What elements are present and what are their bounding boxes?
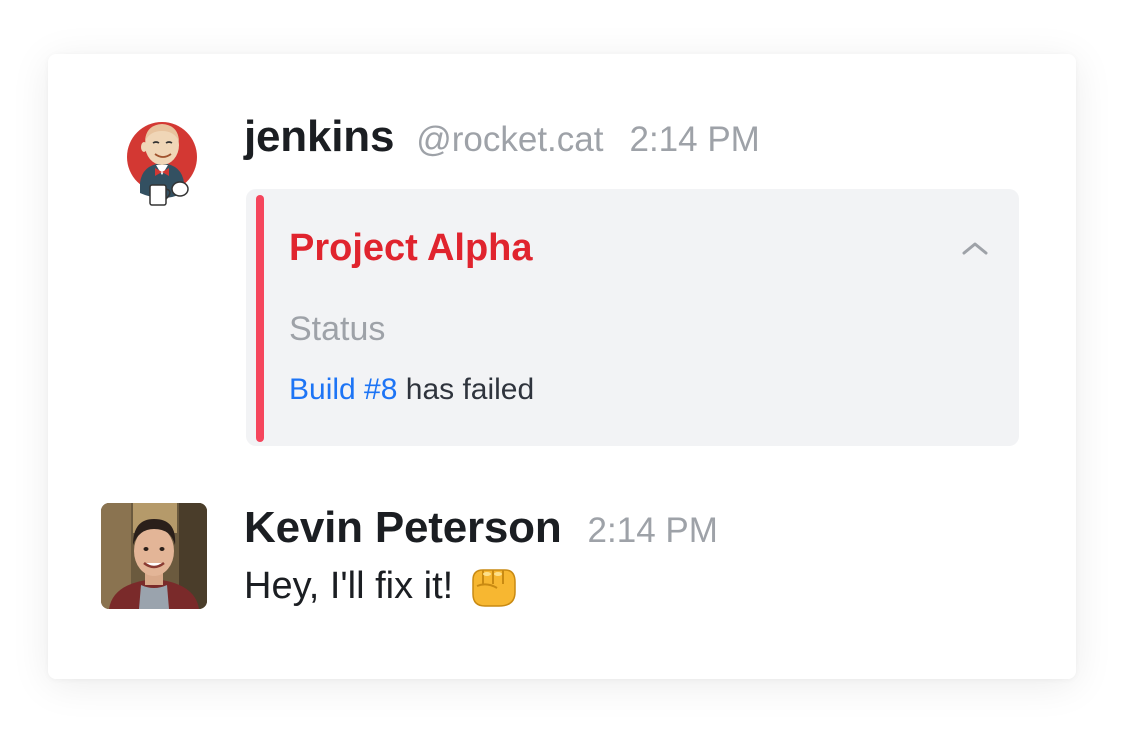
message-attachment: Project Alpha Status Build #8 has failed [246, 189, 1019, 446]
message-header: jenkins @rocket.cat 2:14 PM [244, 112, 760, 162]
attachment-color-bar [256, 195, 264, 442]
user-handle: @rocket.cat [416, 120, 604, 159]
message-header: Kevin Peterson 2:14 PM [244, 503, 718, 553]
message-timestamp: 2:14 PM [587, 511, 718, 550]
message-text: Hey, I'll fix it! [244, 564, 454, 607]
oncoming-fist-emoji-icon [467, 562, 519, 610]
attachment-title: Project Alpha [289, 227, 533, 269]
collapse-toggle-button[interactable] [955, 233, 995, 263]
field-value: Build #8 has failed [289, 373, 534, 407]
username[interactable]: jenkins [244, 112, 394, 162]
field-label: Status [289, 310, 386, 348]
user-avatar[interactable] [101, 503, 207, 609]
jenkins-avatar[interactable] [122, 113, 202, 209]
username[interactable]: Kevin Peterson [244, 503, 562, 553]
field-value-text: has failed [397, 373, 535, 406]
chevron-up-icon [962, 242, 988, 255]
build-link[interactable]: Build #8 [289, 373, 397, 406]
jenkins-butler-icon [127, 122, 197, 206]
message-body: Hey, I'll fix it! [244, 562, 519, 610]
user-photo-avatar [101, 503, 207, 609]
message-timestamp: 2:14 PM [629, 120, 760, 159]
